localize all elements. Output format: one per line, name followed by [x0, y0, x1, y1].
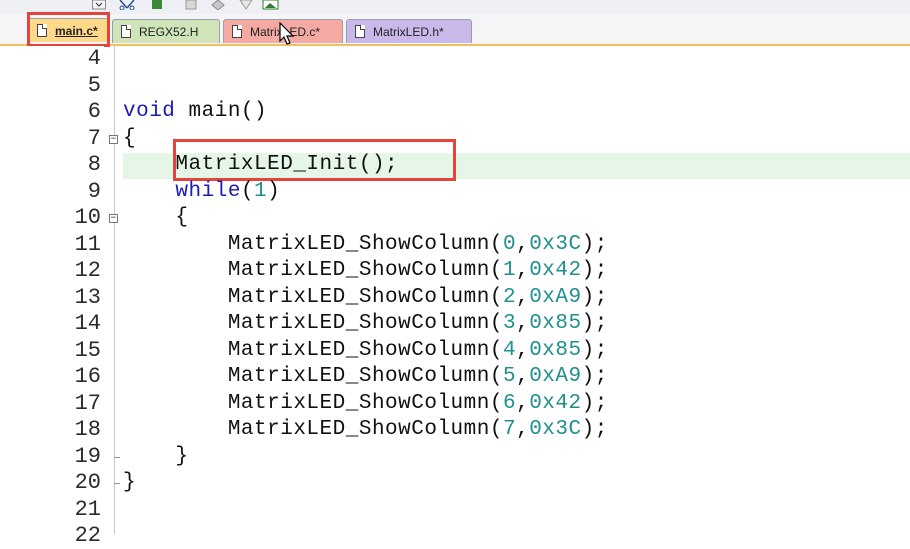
- line-number: 13: [74, 284, 101, 310]
- scissors-icon[interactable]: [118, 0, 136, 10]
- image-icon[interactable]: [262, 0, 280, 10]
- line-number: 6: [87, 99, 101, 124]
- code-line[interactable]: MatrixLED_ShowColumn(6,0x42);: [123, 391, 608, 417]
- tab-label: REGX52.H: [139, 24, 199, 39]
- line-number: 20: [74, 470, 101, 495]
- fold-guide-line: [114, 46, 115, 534]
- file-icon: [232, 25, 242, 38]
- line-number: 18: [74, 417, 101, 442]
- tab-regx52-h[interactable]: REGX52.H: [112, 19, 220, 43]
- code-line[interactable]: MatrixLED_ShowColumn(2,0xA9);: [123, 285, 608, 311]
- line-number: 5: [87, 72, 101, 98]
- line-number: 12: [74, 258, 101, 283]
- code-line[interactable]: MatrixLED_ShowColumn(5,0xA9);: [123, 364, 608, 390]
- code-line[interactable]: void main(): [123, 99, 267, 125]
- fold-toggle-icon[interactable]: −: [109, 214, 118, 223]
- line-number: 17: [74, 390, 101, 416]
- code-line[interactable]: }: [123, 444, 189, 470]
- line-number: 11: [74, 231, 101, 257]
- code-line[interactable]: MatrixLED_ShowColumn(0,0x3C);: [123, 232, 608, 258]
- code-line[interactable]: MatrixLED_ShowColumn(4,0x85);: [123, 338, 608, 364]
- line-number: 14: [74, 311, 101, 336]
- line-number: 4: [87, 46, 101, 71]
- line-number: 22: [74, 523, 101, 548]
- toolbar: [0, 0, 910, 15]
- tab-label: MatrixLED.h*: [373, 24, 444, 39]
- code-line[interactable]: MatrixLED_ShowColumn(7,0x3C);: [123, 417, 608, 443]
- mouse-cursor-icon: [279, 22, 295, 45]
- diamond-icon[interactable]: [210, 0, 226, 10]
- line-number: 16: [74, 364, 101, 389]
- code-line[interactable]: MatrixLED_ShowColumn(3,0x85);: [123, 311, 608, 337]
- bookmark-icon[interactable]: [238, 0, 254, 10]
- fold-end-marker: [114, 483, 120, 484]
- paste-icon[interactable]: [184, 0, 200, 10]
- code-line[interactable]: {: [123, 126, 136, 152]
- line-number: 9: [87, 178, 101, 204]
- copy-icon[interactable]: [150, 0, 166, 10]
- line-number: 21: [74, 496, 101, 522]
- code-line[interactable]: while(1): [123, 179, 280, 205]
- file-icon: [355, 25, 365, 38]
- editor-tab-bar: main.c* REGX52.H MatrixLED.c* MatrixLED.…: [0, 14, 910, 46]
- code-line[interactable]: MatrixLED_ShowColumn(1,0x42);: [123, 258, 608, 284]
- line-number: 10: [74, 205, 101, 230]
- code-line[interactable]: }: [123, 470, 136, 496]
- line-number: 7: [87, 125, 101, 151]
- highlight-box-active-tab: [27, 12, 110, 47]
- line-number: 8: [87, 152, 101, 177]
- line-number: 15: [74, 337, 101, 363]
- fold-toggle-icon[interactable]: −: [109, 134, 118, 144]
- file-icon: [121, 25, 131, 38]
- code-line[interactable]: {: [123, 205, 189, 231]
- dropdown-arrow-icon[interactable]: [92, 0, 106, 10]
- fold-end-marker: [114, 456, 120, 458]
- code-line[interactable]: MatrixLED_Init();: [123, 152, 398, 178]
- line-number: 19: [74, 443, 101, 469]
- tab-matrixled-h[interactable]: MatrixLED.h*: [346, 19, 472, 43]
